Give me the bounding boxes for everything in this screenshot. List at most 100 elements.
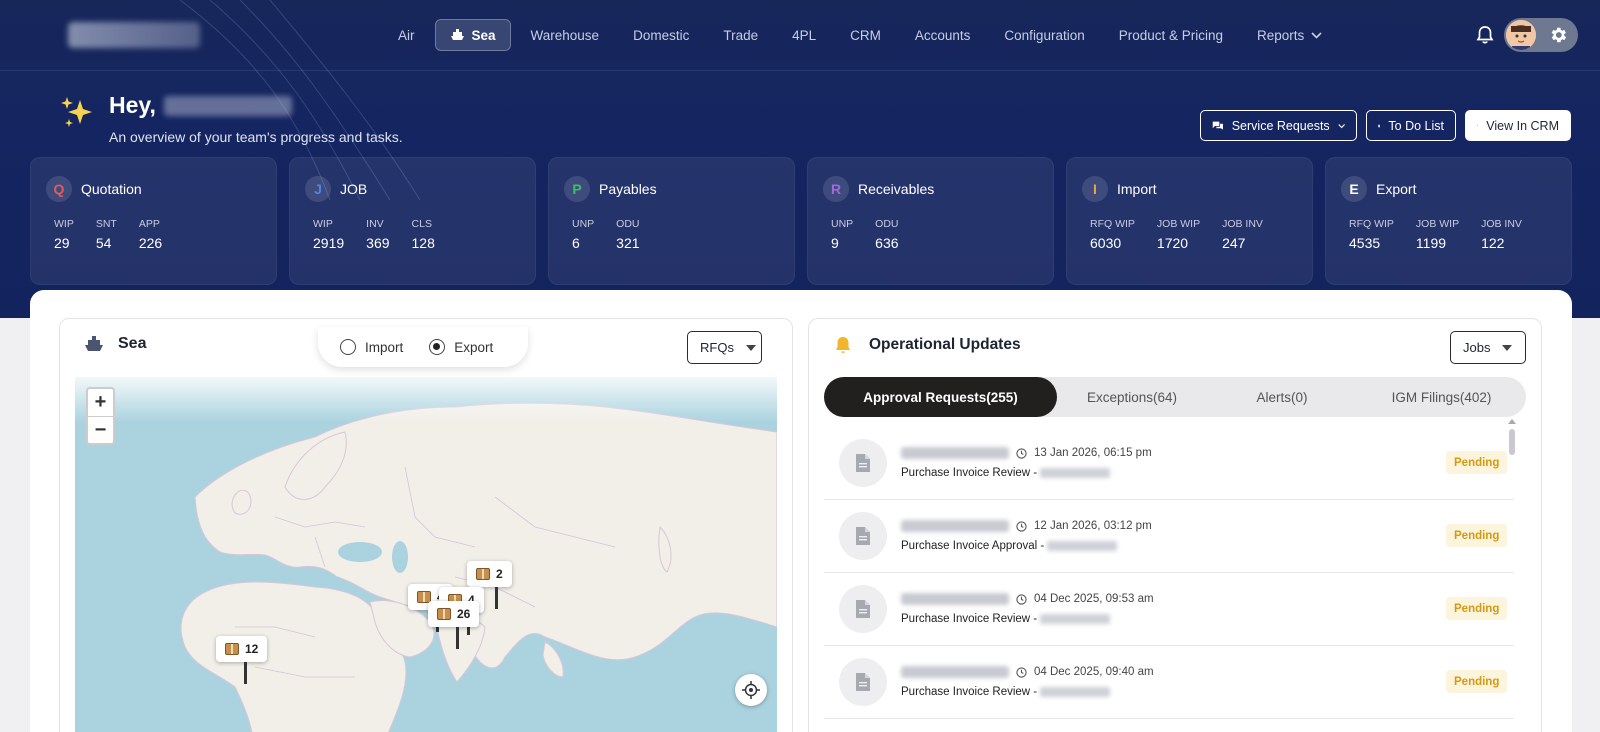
metric-label: JOB WIP xyxy=(1415,218,1460,230)
metric-label: ODU xyxy=(875,218,899,230)
nav-reports[interactable]: Reports xyxy=(1243,19,1336,51)
radio-export-circle[interactable] xyxy=(429,339,446,355)
list-item[interactable]: 12 Jan 2026, 03:12 pm Purchase Invoice Ap… xyxy=(824,500,1514,573)
marker-pin xyxy=(244,662,247,684)
list-item-time: 12 Jan 2026, 03:12 pm xyxy=(1034,520,1152,532)
stat-card-job[interactable]: J JOB WIP 2919 INV 369 CLS 128 xyxy=(289,157,536,285)
todo-list-button[interactable]: To Do List xyxy=(1366,110,1456,141)
metric-value: 6 xyxy=(572,235,580,251)
avatar-image xyxy=(1506,20,1536,50)
metric-label: WIP xyxy=(313,218,333,230)
list-item[interactable]: 13 Jan 2026, 06:15 pm Purchase Invoice Re… xyxy=(824,427,1514,500)
stat-card-quotation[interactable]: Q Quotation WIP 29 SNT 54 APP 226 xyxy=(30,157,277,285)
metric-value: 226 xyxy=(138,235,163,251)
list-item-meta: 04 Dec 2025, 09:40 am xyxy=(901,666,1154,678)
radio-import-circle[interactable] xyxy=(340,339,356,355)
ship-icon xyxy=(450,29,464,40)
nav-4pl[interactable]: 4PL xyxy=(778,19,830,51)
nav-label: Sea xyxy=(471,27,496,43)
bell-icon xyxy=(836,337,850,353)
stat-card-title: Payables xyxy=(599,181,657,197)
radio-export[interactable]: Export xyxy=(429,339,493,355)
document-icon-circle xyxy=(839,658,887,706)
stat-card-title: Export xyxy=(1376,181,1417,197)
sparkle-icon xyxy=(61,97,92,127)
jobs-dropdown[interactable]: Jobs xyxy=(1450,331,1526,364)
map-marker[interactable]: 26 xyxy=(428,601,480,649)
status-badge: Pending xyxy=(1446,524,1508,547)
stat-letter-badge: R xyxy=(823,176,849,202)
operational-updates-panel: Operational Updates Jobs Approval Reques… xyxy=(808,318,1542,732)
radio-import[interactable]: Import xyxy=(340,339,403,355)
tab-igm-filings[interactable]: IGM Filings(402) xyxy=(1357,377,1526,417)
import-export-toggle: Import Export xyxy=(318,327,528,367)
scroll-up-arrow[interactable] xyxy=(1508,419,1516,424)
nav-label: Air xyxy=(398,27,415,43)
nav-label: Configuration xyxy=(1004,27,1085,43)
clock-icon xyxy=(1016,593,1027,605)
world-map[interactable]: + − 2 4 4 26 12 xyxy=(75,377,777,732)
metric-value: 128 xyxy=(411,235,435,251)
document-icon-circle xyxy=(839,439,887,487)
list-item-meta: 12 Jan 2026, 03:12 pm xyxy=(901,520,1152,532)
stat-metric: SNT 54 xyxy=(96,218,117,251)
locate-me-button[interactable] xyxy=(735,674,767,706)
notification-bell-icon[interactable] xyxy=(1474,24,1496,46)
nav-air[interactable]: Air xyxy=(384,19,429,51)
nav-domestic[interactable]: Domestic xyxy=(619,19,703,51)
caret-down-icon xyxy=(1502,344,1513,351)
view-in-crm-button[interactable]: View In CRM xyxy=(1465,110,1571,141)
button-label: To Do List xyxy=(1388,118,1444,133)
metric-value: 6030 xyxy=(1090,235,1122,251)
stat-metrics: UNP 9 ODU 636 xyxy=(823,218,1053,251)
app-logo[interactable] xyxy=(68,22,200,48)
top-navigation: Air Sea Warehouse Domestic Trade 4PL CRM… xyxy=(0,0,1600,71)
stat-card-export[interactable]: E Export RFQ WIP 4535 JOB WIP 1199 JOB INV 122 xyxy=(1325,157,1572,285)
stat-card-title: Receivables xyxy=(858,181,935,197)
nav-warehouse[interactable]: Warehouse xyxy=(517,19,614,51)
dropdown-value: RFQs xyxy=(700,340,734,355)
nav-configuration[interactable]: Configuration xyxy=(990,19,1098,51)
nav-label: Warehouse xyxy=(530,27,600,43)
map-marker[interactable]: 12 xyxy=(216,636,268,684)
user-menu[interactable] xyxy=(1504,18,1578,52)
stat-card-receivables[interactable]: R Receivables UNP 9 ODU 636 xyxy=(807,157,1054,285)
service-requests-button[interactable]: Service Requests xyxy=(1200,110,1357,141)
clock-icon xyxy=(1016,666,1027,678)
zoom-out-button[interactable]: − xyxy=(88,416,113,443)
gear-icon[interactable] xyxy=(1548,25,1568,45)
stat-card-import[interactable]: I Import RFQ WIP 6030 JOB WIP 1720 JOB INV 247 xyxy=(1066,157,1313,285)
rfqs-dropdown[interactable]: RFQs xyxy=(687,331,762,364)
avatar[interactable] xyxy=(1506,20,1536,50)
nav-trade[interactable]: Trade xyxy=(709,19,772,51)
marker-count: 2 xyxy=(496,567,503,581)
list-item[interactable]: 04 Dec 2025, 09:53 am Purchase Invoice Re… xyxy=(824,573,1514,646)
package-icon xyxy=(476,568,490,580)
metric-label: UNP xyxy=(572,218,595,230)
metric-label: CLS xyxy=(411,218,432,230)
stat-card-title: JOB xyxy=(340,181,368,197)
nav-label: Domestic xyxy=(633,27,690,43)
metric-value: 1720 xyxy=(1156,235,1189,251)
nav-label: Product & Pricing xyxy=(1118,27,1224,43)
stat-card-header: I Import xyxy=(1082,176,1312,202)
clock-icon xyxy=(1016,447,1027,459)
list-item[interactable]: 04 Dec 2025, 09:40 am Purchase Invoice Re… xyxy=(824,646,1514,719)
tab-alerts[interactable]: Alerts(0) xyxy=(1207,377,1357,417)
stat-metric: APP 226 xyxy=(139,218,162,251)
nav-crm[interactable]: CRM xyxy=(836,19,895,51)
zoom-in-button[interactable]: + xyxy=(88,389,113,416)
ops-panel-header: Operational Updates xyxy=(833,335,1021,355)
metric-value: 4535 xyxy=(1349,235,1381,251)
list-item-body: 04 Dec 2025, 09:53 am Purchase Invoice Re… xyxy=(901,593,1154,625)
chevron-down-icon xyxy=(1311,31,1322,39)
tab-exceptions[interactable]: Exceptions(64) xyxy=(1057,377,1207,417)
nav-sea[interactable]: Sea xyxy=(434,19,511,51)
nav-accounts[interactable]: Accounts xyxy=(901,19,985,51)
stat-card-payables[interactable]: P Payables UNP 6 ODU 321 xyxy=(548,157,795,285)
nav-product-pricing[interactable]: Product & Pricing xyxy=(1105,19,1237,51)
redacted-requester xyxy=(901,666,1009,678)
stat-letter-badge: P xyxy=(564,176,590,202)
stat-metric: JOB WIP 1720 xyxy=(1157,218,1200,251)
tab-approval-requests[interactable]: Approval Requests(255) xyxy=(824,377,1057,417)
